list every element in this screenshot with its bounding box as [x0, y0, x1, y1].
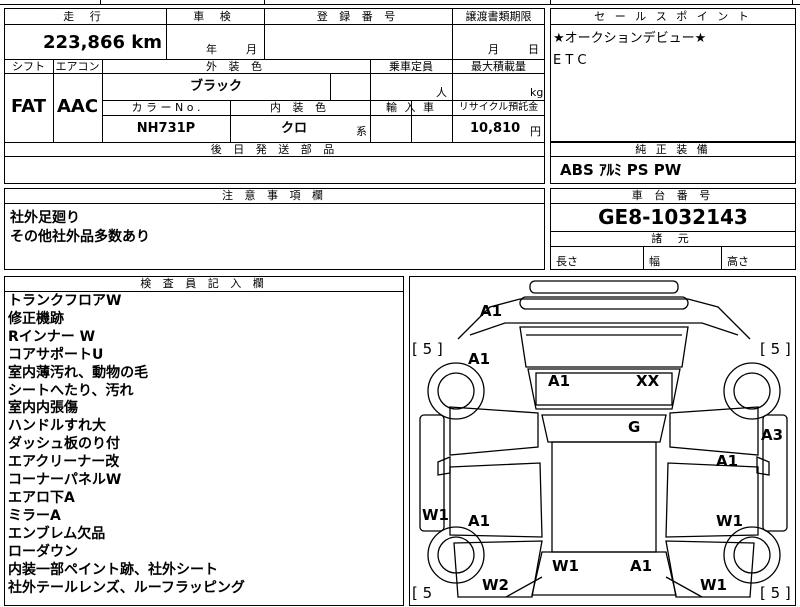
inspector-remark-line: 室内薄汚れ、動物の毛: [8, 364, 149, 381]
damage-right-front-door: W1: [716, 512, 743, 530]
recycle-unit: 円: [530, 125, 541, 138]
inspector-remark-line: ミラーA: [8, 507, 61, 524]
notes-header: 注 意 事 項 欄: [222, 189, 327, 202]
shift-header: シフト: [12, 60, 45, 73]
sales-points-box: [550, 8, 796, 142]
inspector-remark-line: 社外テールレンズ、ルーフラッピング: [8, 579, 245, 596]
inspector-remark-line: ローダウン: [8, 543, 78, 560]
color-no-value: NH731P: [136, 121, 196, 136]
damage-rear-left-quarter: A1: [468, 350, 491, 368]
load-unit: kg: [530, 86, 544, 99]
height-label: 高さ: [727, 255, 749, 268]
tire-rating-rear-left: [ 5 ]: [412, 340, 443, 358]
damage-rear-glass: XX: [636, 372, 660, 390]
recycle-value: 10,810: [470, 121, 521, 136]
recycle-header: リサイクル預託金: [458, 102, 539, 113]
damage-front-right-fender: W1: [700, 576, 727, 594]
interior-color-suffix: 系: [356, 125, 367, 138]
damage-hood-left: W1: [552, 557, 579, 575]
inspector-remark-line: 修正機跡: [8, 310, 64, 327]
inspector-remarks-list: トランクフロアW 修正機跡 Rインナー W コアサポートU 室内薄汚れ、動物の毛 シートへ…: [8, 293, 400, 597]
damage-front-left-fender: W2: [482, 576, 509, 594]
inspector-remark-line: エンブレム欠品: [8, 525, 106, 542]
tire-rating-front-right: [ 5 ]: [760, 584, 791, 602]
mileage-header: 走 行: [63, 10, 107, 23]
width-label: 幅: [649, 255, 660, 268]
inspector-remark-line: エアロ下A: [8, 489, 75, 506]
import-header: 輸 入 車: [386, 101, 436, 114]
inspector-remark-line: ハンドルすれ大: [8, 418, 106, 435]
color-no-header: カ ラ ー N o .: [131, 101, 201, 114]
transfer-deadline-header: 譲渡書類期限: [465, 10, 532, 23]
car-diagram-box: A1 A1 A1 XX G A1 A1 W1 W1 A3 W1 A1 W2 W1…: [409, 276, 796, 606]
inspection-month: 月: [246, 43, 257, 56]
genuine-equipment-header: 純 正 装 備: [635, 143, 711, 156]
transfer-day: 日: [528, 43, 539, 56]
interior-color-value: クロ: [280, 121, 307, 136]
inspector-remark-line: トランクフロアW: [8, 293, 122, 309]
shift-value: FAT: [10, 96, 47, 117]
notes-line: 社外足廻り: [10, 210, 80, 226]
aircon-header: エアコン: [55, 60, 100, 73]
damage-right-rear-door: A1: [716, 452, 739, 470]
max-load-header: 最大積載量: [471, 60, 526, 73]
dims-header: 諸 元: [651, 232, 695, 245]
sales-points-header: セ ー ル ス ポ イ ン ト: [594, 10, 752, 23]
damage-right-sill: A3: [761, 426, 784, 444]
inspector-remark-line: 室内内張傷: [8, 400, 78, 417]
inspector-remark-line: Rインナー W: [8, 328, 96, 345]
length-label: 長さ: [556, 255, 578, 268]
interior-color-header: 内 装 色: [270, 101, 330, 114]
sales-point-line: ★オークションデビュー★: [553, 31, 707, 46]
notes-line: その他社外品多数あり: [10, 229, 150, 245]
inspection-header: 車 検: [193, 10, 237, 23]
damage-trunk: A1: [548, 372, 571, 390]
inspector-remark-line: エアクリーナー改: [8, 454, 120, 471]
capacity-header: 乗車定員: [389, 60, 433, 73]
exterior-color-header: 外 装 色: [206, 60, 266, 73]
transfer-month: 月: [488, 43, 499, 56]
exterior-color-value: ブラック: [189, 79, 242, 94]
capacity-unit: 人: [436, 86, 447, 99]
inspector-header: 検 査 員 記 入 欄: [140, 277, 268, 290]
inspection-year: 年: [206, 43, 217, 56]
damage-rear-bumper: A1: [480, 302, 503, 320]
tire-rating-rear-right: [ 5 ]: [760, 340, 791, 358]
genuine-equipment-value: ABS ｱﾙﾐ PS PW: [560, 161, 682, 179]
mileage-value: 223,866 km: [43, 32, 162, 53]
chassis-header: 車 台 番 号: [631, 189, 715, 202]
shipping-parts-header: 後 日 発 送 部 品: [210, 143, 339, 156]
tire-rating-front-left: [ 5: [412, 584, 433, 602]
damage-left-sill: W1: [422, 506, 449, 524]
car-outline: [419, 280, 788, 598]
top-strip: [0, 0, 800, 5]
damage-roof: G: [628, 418, 641, 436]
inspector-remark-line: ダッシュ板のり付: [8, 436, 120, 453]
chassis-value: GE8-1032143: [598, 205, 748, 229]
sales-point-line: E T C: [553, 53, 587, 68]
damage-hood-right: A1: [630, 557, 653, 575]
inspector-remark-line: コアサポートU: [8, 346, 104, 363]
inspector-remark-line: 内装一部ペイント跡、社外シート: [8, 561, 218, 578]
registration-header: 登 録 番 号: [316, 10, 400, 23]
inspector-remark-line: シートへたり、汚れ: [8, 382, 134, 399]
inspector-remark-line: コーナーパネルW: [8, 472, 122, 489]
damage-left-front-door: A1: [468, 512, 491, 530]
aircon-value: AAC: [56, 96, 99, 117]
